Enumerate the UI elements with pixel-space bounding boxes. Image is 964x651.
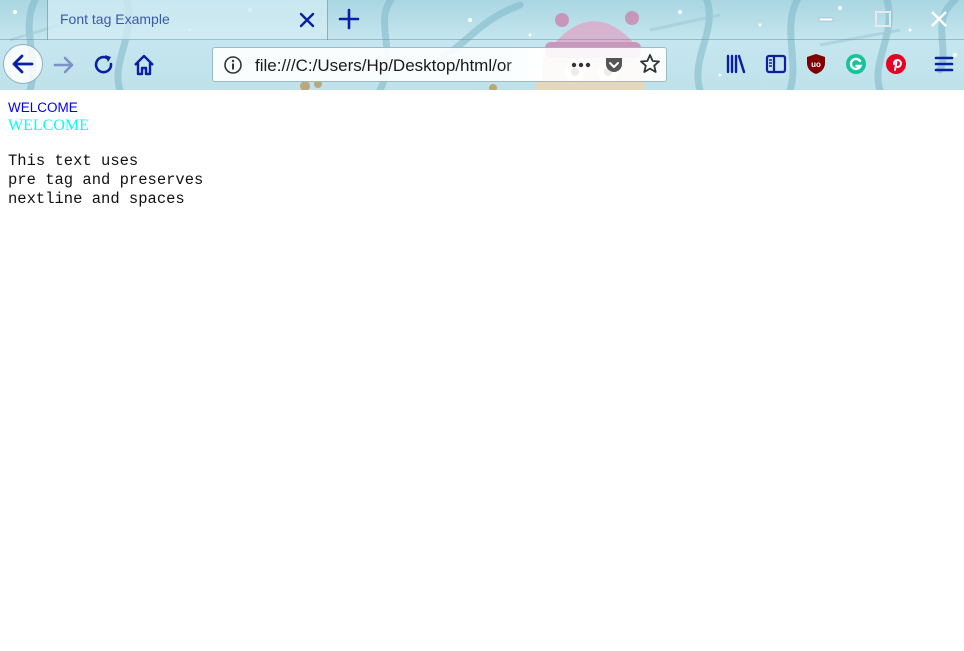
address-bar[interactable]: file:///C:/Users/Hp/Desktop/html/or [212, 47, 667, 82]
tab-title: Font tag Example [60, 11, 170, 27]
url-text[interactable]: file:///C:/Users/Hp/Desktop/html/or [255, 56, 527, 76]
browser-chrome: Font tag Example file:///C:/Users/Hp/Des… [0, 0, 964, 90]
pinterest-icon[interactable] [884, 52, 908, 76]
window-close-icon[interactable] [928, 8, 950, 30]
sidebar-icon[interactable] [764, 52, 788, 76]
tab-strip: Font tag Example [0, 0, 964, 40]
bookmark-star-icon[interactable] [639, 53, 661, 75]
welcome-small-text: WELCOME [8, 100, 78, 115]
svg-text:uo: uo [811, 60, 821, 69]
minimize-icon[interactable] [815, 8, 837, 30]
maximize-icon[interactable] [872, 8, 894, 30]
library-icon[interactable] [724, 52, 748, 76]
welcome-large-text: WELCOME [8, 117, 89, 134]
ublock-origin-icon[interactable]: uo [804, 52, 828, 76]
grammarly-icon[interactable] [844, 52, 868, 76]
close-tab-icon[interactable] [295, 8, 319, 32]
hamburger-menu-icon[interactable] [932, 52, 956, 76]
back-arrow-icon [12, 54, 34, 74]
new-tab-icon[interactable] [337, 7, 361, 31]
back-button[interactable] [3, 44, 43, 84]
preformatted-text: This text uses pre tag and preserves nex… [8, 152, 204, 208]
home-icon[interactable] [131, 52, 157, 78]
page-content: WELCOME WELCOME This text uses pre tag a… [0, 90, 964, 651]
site-info-icon[interactable] [223, 55, 243, 75]
page-actions-icon[interactable] [569, 54, 593, 76]
reload-icon[interactable] [91, 52, 117, 78]
forward-arrow-icon[interactable] [51, 52, 77, 78]
tab-font-tag-example[interactable]: Font tag Example [47, 0, 328, 40]
pocket-icon[interactable] [603, 54, 625, 76]
